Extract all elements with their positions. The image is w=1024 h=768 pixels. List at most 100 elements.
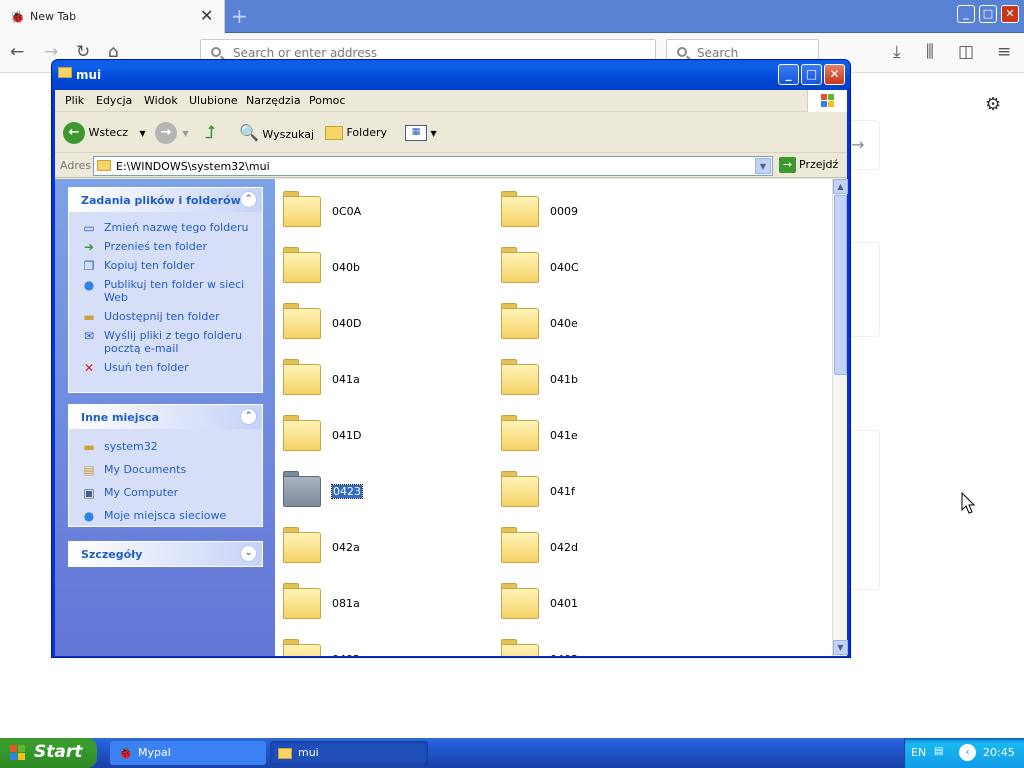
- folder-item[interactable]: 040b: [275, 241, 475, 291]
- folder-item[interactable]: 040D: [275, 297, 475, 347]
- email-files-link[interactable]: ✉ Wyślij pliki z tego folderu pocztą e-ma…: [69, 326, 262, 358]
- mypal-icon: 🐞: [10, 10, 25, 24]
- back-arrow-icon: ←: [63, 122, 85, 144]
- go-button[interactable]: → Przejdź: [779, 157, 838, 173]
- tab-title: New Tab: [30, 10, 77, 23]
- network-icon: ●: [83, 509, 95, 523]
- close-button[interactable]: ✕: [1001, 5, 1019, 23]
- vertical-scrollbar[interactable]: ▲ ▼: [832, 179, 848, 656]
- publish-folder-link[interactable]: ● Publikuj ten folder w sieci Web: [69, 275, 262, 307]
- keyboard-icon[interactable]: ▤: [934, 746, 943, 757]
- folder-item[interactable]: 081a: [275, 577, 475, 627]
- place-network[interactable]: ● Moje miejsca sieciowe: [69, 506, 262, 525]
- menu-view[interactable]: Widok: [144, 94, 178, 107]
- library-icon[interactable]: ⫼: [926, 42, 934, 62]
- taskbar-item-mypal[interactable]: 🐞 Mypal: [110, 741, 266, 765]
- other-places-panel: Inne miejsca ⌃ ▬ system32 ▤ My Documents ▣…: [68, 404, 263, 527]
- folder-item[interactable]: 0402: [275, 633, 475, 656]
- start-label: Start: [34, 742, 83, 762]
- xp-close-button[interactable]: ✕: [824, 64, 845, 85]
- arrow-right-icon: →: [851, 135, 865, 154]
- folder-item[interactable]: 042d: [493, 521, 693, 571]
- folder-icon: [501, 471, 539, 507]
- chevron-left-icon[interactable]: ‹: [959, 744, 976, 761]
- folder-item[interactable]: 041b: [493, 353, 693, 403]
- start-button[interactable]: Start: [0, 738, 97, 768]
- menu-edit[interactable]: Edycja: [96, 94, 132, 107]
- folder-item[interactable]: 0009: [493, 185, 693, 235]
- maximize-button[interactable]: □: [979, 5, 997, 23]
- folder-item[interactable]: 0403: [493, 633, 693, 656]
- rename-folder-link[interactable]: ▭ Zmień nazwę tego folderu: [69, 218, 262, 237]
- folder-item[interactable]: 042a: [275, 521, 475, 571]
- minimize-button[interactable]: _: [957, 5, 975, 23]
- publish-folder-label: Publikuj ten folder w sieci Web: [104, 278, 245, 304]
- folder-item[interactable]: 041f: [493, 465, 693, 515]
- xp-maximize-button[interactable]: □: [801, 64, 822, 85]
- chevron-down-icon[interactable]: ▼: [755, 158, 771, 174]
- chevron-down-icon[interactable]: ▼: [140, 129, 146, 138]
- place-system32[interactable]: ▬ system32: [69, 437, 262, 456]
- forward-arrow-icon: →: [155, 122, 177, 144]
- scroll-thumb[interactable]: [834, 195, 847, 375]
- email-files-label: Wyślij pliki z tego folderu pocztą e-mai…: [104, 329, 243, 355]
- folder-item[interactable]: 041D: [275, 409, 475, 459]
- place-my-documents[interactable]: ▤ My Documents: [69, 460, 262, 479]
- details-header[interactable]: Szczegóły ⌄: [69, 542, 262, 566]
- scroll-down-icon[interactable]: ▼: [833, 640, 848, 655]
- taskbar-item-mui[interactable]: mui: [270, 741, 428, 765]
- xp-minimize-button[interactable]: _: [778, 64, 799, 85]
- other-places-title: Inne miejsca: [81, 411, 159, 424]
- new-tab-button[interactable]: +: [231, 4, 248, 28]
- folder-icon: [501, 191, 539, 227]
- folder-item[interactable]: 041a: [275, 353, 475, 403]
- folder-name: 042a: [332, 541, 360, 554]
- explorer-titlebar[interactable]: mui _ □ ✕: [52, 60, 850, 90]
- collapse-icon[interactable]: ⌃: [240, 408, 257, 425]
- folder-item[interactable]: 0C0A: [275, 185, 475, 235]
- copy-folder-link[interactable]: ❐ Kopiuj ten folder: [69, 256, 262, 275]
- back-icon[interactable]: ←: [10, 42, 24, 62]
- search-button[interactable]: 🔍 Wyszukaj: [239, 121, 314, 145]
- folder-item[interactable]: 040e: [493, 297, 693, 347]
- sidebar-icon[interactable]: ◫: [958, 42, 974, 62]
- folders-button[interactable]: Foldery: [325, 121, 387, 145]
- folder-icon: [283, 471, 321, 507]
- rename-folder-label: Zmień nazwę tego folderu: [104, 221, 249, 234]
- email-icon: ✉: [83, 329, 95, 343]
- browser-tab-bar: 🐞 New Tab ✕ + _ □ ✕: [0, 0, 1024, 33]
- views-button[interactable]: ▦ ▼: [405, 121, 437, 145]
- folder-item[interactable]: 041e: [493, 409, 693, 459]
- delete-folder-link[interactable]: ✕ Usuń ten folder: [69, 358, 262, 377]
- forward-button[interactable]: → ▼: [155, 121, 189, 145]
- standard-toolbar: ← Wstecz ▼ → ▼ ⮥ 🔍 Wyszukaj Foldery ▦ ▼: [55, 113, 847, 153]
- folder-item[interactable]: 0401: [493, 577, 693, 627]
- share-folder-link[interactable]: ▬ Udostępnij ten folder: [69, 307, 262, 326]
- expand-icon[interactable]: ⌄: [240, 545, 257, 562]
- gear-icon[interactable]: ⚙: [985, 94, 1001, 115]
- address-field[interactable]: E:\WINDOWS\system32\mui ▼: [93, 156, 773, 176]
- collapse-icon[interactable]: ⌃: [240, 191, 257, 208]
- download-icon[interactable]: ⤓: [893, 42, 901, 62]
- language-indicator[interactable]: EN: [911, 746, 926, 759]
- folder-item[interactable]: 040C: [493, 241, 693, 291]
- browser-tab[interactable]: 🐞 New Tab ✕: [0, 0, 225, 33]
- other-places-header[interactable]: Inne miejsca ⌃: [69, 405, 262, 429]
- folder-name: 0402: [332, 653, 360, 656]
- chevron-down-icon: ▼: [430, 129, 437, 138]
- place-my-computer[interactable]: ▣ My Computer: [69, 483, 262, 502]
- menu-help[interactable]: Pomoc: [309, 94, 345, 107]
- folder-item-selected[interactable]: 0423: [275, 465, 475, 515]
- back-button[interactable]: ← Wstecz ▼: [63, 121, 146, 145]
- menu-file[interactable]: Plik: [65, 94, 84, 107]
- menu-tools[interactable]: Narzędzia: [246, 94, 301, 107]
- file-tasks-header[interactable]: Zadania plików i folderów ⌃: [69, 188, 262, 212]
- clock: 20:45: [983, 746, 1015, 759]
- close-tab-icon[interactable]: ✕: [200, 6, 213, 25]
- up-button[interactable]: ⮥: [205, 121, 216, 145]
- scroll-up-icon[interactable]: ▲: [833, 179, 848, 194]
- menu-icon[interactable]: ≡: [997, 42, 1011, 62]
- menu-favorites[interactable]: Ulubione: [189, 94, 238, 107]
- move-folder-link[interactable]: ➜ Przenieś ten folder: [69, 237, 262, 256]
- folder-icon: [501, 527, 539, 563]
